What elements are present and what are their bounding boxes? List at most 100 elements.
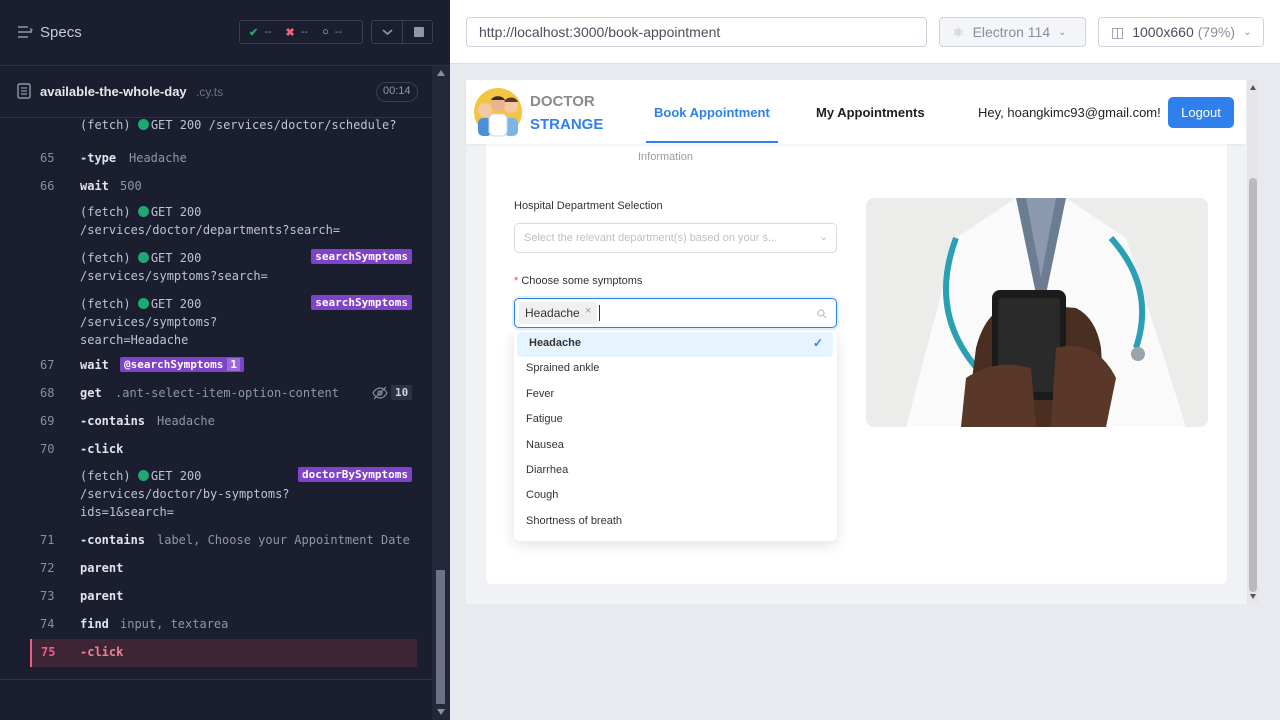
spec-file-name[interactable]: available-the-whole-day <box>40 84 187 99</box>
dropdown-option[interactable]: Headache ✓ <box>517 332 833 357</box>
chevron-down-icon: ⌄ <box>1243 26 1252 38</box>
url-bar[interactable]: http://localhost:3000/book-appointment <box>466 17 927 47</box>
symptoms-label: * Choose some symptoms <box>514 275 642 287</box>
specs-title[interactable]: Specs <box>40 24 82 41</box>
command-row[interactable]: 68 get .ant-select-item-option-content 1… <box>0 381 432 409</box>
dropdown-option[interactable]: Shortness of breath <box>514 510 837 535</box>
command-row[interactable]: 67 wait @searchSymptoms 1 <box>0 355 432 381</box>
step-label: Information <box>638 151 694 163</box>
command-name: parent <box>80 589 124 603</box>
command-name: -click <box>80 442 124 456</box>
fetch-url: /services/symptoms? <box>80 315 218 329</box>
scroll-down-icon[interactable] <box>1250 594 1256 599</box>
dropdown-option[interactable]: Sprained ankle <box>514 357 837 382</box>
line-number: 71 <box>40 533 55 547</box>
nav-book-appointment[interactable]: Book Appointment <box>604 80 778 144</box>
command-arg: .ant-select-item-option-content <box>115 386 339 400</box>
scroll-up-icon[interactable] <box>437 70 445 76</box>
close-icon[interactable]: × <box>585 305 591 317</box>
doctor-image <box>866 198 1208 427</box>
nav-my-appointments[interactable]: My Appointments <box>816 105 925 120</box>
alias-count: 1 <box>227 358 240 371</box>
dropdown-option[interactable]: Nausea <box>514 434 837 459</box>
selected-tag: Headache × <box>519 302 597 324</box>
command-row[interactable]: 65 -type Headache <box>0 145 432 173</box>
pending-icon: ○ <box>322 26 329 38</box>
command-row[interactable]: 66 wait 500 <box>0 173 432 201</box>
command-name: find <box>80 617 109 631</box>
command-log-scrollbar[interactable] <box>432 66 450 720</box>
option-label: Headache <box>529 337 581 349</box>
selected-tag-label: Headache <box>525 306 580 320</box>
scroll-down-icon[interactable] <box>437 709 445 715</box>
electron-icon: ⚛ <box>952 23 965 40</box>
department-placeholder: Select the relevant department(s) based … <box>524 232 778 244</box>
line-number: 65 <box>40 151 55 165</box>
nav-book-label: Book Appointment <box>654 105 770 120</box>
search-icon <box>817 306 827 319</box>
fetch-status: GET 200 <box>150 251 202 265</box>
command-row[interactable]: (fetch) GET 200 /services/doctor/schedul… <box>0 119 432 145</box>
logo-text-doctor: DOCTOR <box>530 93 595 110</box>
duration-badge: 00:14 <box>376 82 418 102</box>
command-row[interactable]: 72 parent <box>0 555 432 583</box>
line-number: 67 <box>40 358 55 372</box>
fetch-label: (fetch) <box>80 119 131 132</box>
zoom-level: (79%) <box>1197 24 1236 40</box>
eye-hidden-icon <box>372 386 388 400</box>
stats-group: ✔ -- ✖ -- ○ -- <box>239 20 363 44</box>
app-scrollbar[interactable] <box>1247 80 1259 604</box>
scroll-up-icon[interactable] <box>1250 85 1256 90</box>
alias-badge: searchSymptoms <box>311 295 412 310</box>
symptoms-label-text: Choose some symptoms <box>521 275 643 287</box>
alias-arg-text: @searchSymptoms <box>124 358 224 371</box>
command-arg: Headache <box>129 151 187 165</box>
department-select[interactable]: Select the relevant department(s) based … <box>514 223 837 253</box>
scrollbar-thumb[interactable] <box>436 570 445 704</box>
command-name: -type <box>80 151 117 165</box>
active-tab-indicator <box>646 141 778 143</box>
command-row[interactable]: 73 parent <box>0 583 432 611</box>
department-label: Hospital Department Selection <box>514 200 663 212</box>
symptoms-select[interactable]: Headache × <box>514 298 837 328</box>
browser-selector[interactable]: ⚛ Electron 114 ⌄ <box>939 17 1086 47</box>
doctors-logo-icon[interactable] <box>472 84 524 138</box>
command-name: wait <box>80 358 109 372</box>
command-row[interactable]: 71 -contains label, Choose your Appointm… <box>0 527 432 555</box>
chevron-down-icon[interactable] <box>372 21 403 43</box>
scrollbar-thumb[interactable] <box>1249 178 1257 592</box>
dropdown-option[interactable]: Diarrhea <box>514 459 837 484</box>
command-row[interactable]: 70 -click <box>0 437 432 465</box>
dropdown-option[interactable]: Fatigue <box>514 408 837 433</box>
specs-menu-icon[interactable] <box>17 25 33 39</box>
command-row[interactable]: (fetch) GET 200 /services/symptoms? sear… <box>0 293 432 355</box>
command-row[interactable]: 69 -contains Headache <box>0 409 432 437</box>
status-dot-icon <box>137 298 149 309</box>
dropdown-option[interactable]: Cough <box>514 484 837 509</box>
fetch-url: /services/doctor/departments?search= <box>80 223 341 237</box>
line-number: 75 <box>41 645 56 659</box>
specs-header: Specs ✔ -- ✖ -- ○ -- <box>0 0 450 66</box>
command-arg: label, Choose your Appointment Date <box>157 533 410 547</box>
command-name: get <box>80 386 102 400</box>
status-dot-icon <box>137 206 149 217</box>
logout-button[interactable]: Logout <box>1168 97 1234 128</box>
command-list: (fetch) GET 200 /services/doctor/schedul… <box>0 119 432 679</box>
ruler-icon: ◫ <box>1111 23 1125 40</box>
status-dot-icon <box>137 252 149 263</box>
run-controls <box>371 20 433 44</box>
line-number: 73 <box>40 589 55 603</box>
stop-icon[interactable] <box>414 27 424 37</box>
command-row[interactable]: (fetch) GET 200 /services/doctor/departm… <box>0 201 432 247</box>
command-arg: Headache <box>157 414 215 428</box>
command-name: -contains <box>80 533 146 547</box>
command-row-active[interactable]: 75 -click <box>30 639 417 667</box>
command-row[interactable]: (fetch) GET 200 /services/symptoms?searc… <box>0 247 432 293</box>
spec-file-header: available-the-whole-day .cy.ts 00:14 <box>0 66 432 118</box>
dropdown-option[interactable]: Fever <box>514 383 837 408</box>
text-cursor <box>599 305 600 321</box>
viewport-selector[interactable]: ◫ 1000x660 (79%) ⌄ <box>1098 17 1264 47</box>
line-number: 70 <box>40 442 55 456</box>
command-row[interactable]: 74 find input, textarea <box>0 611 432 639</box>
command-row[interactable]: (fetch) GET 200 /services/doctor/by-symp… <box>0 465 432 527</box>
